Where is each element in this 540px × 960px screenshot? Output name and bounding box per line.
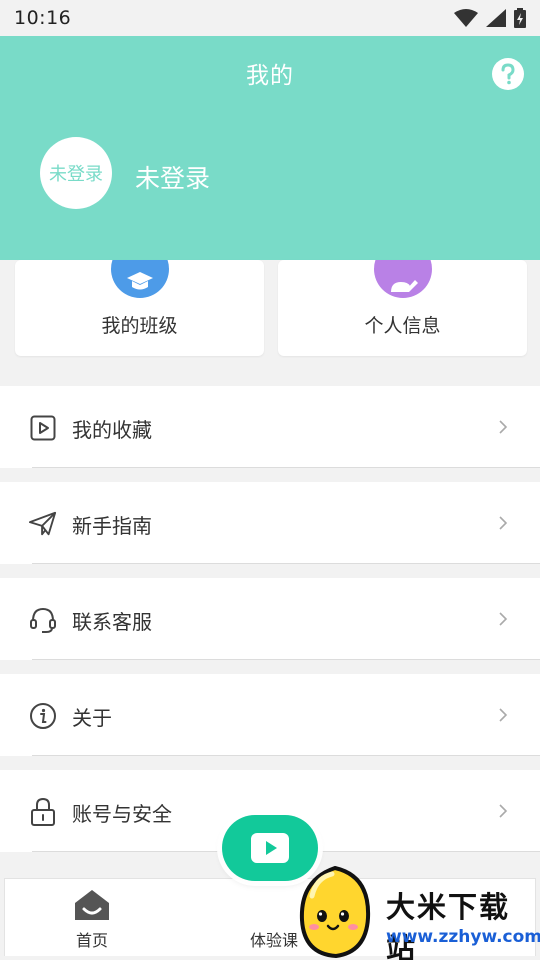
- nav-home[interactable]: 首页: [50, 879, 134, 957]
- nav-label: 首页: [75, 931, 108, 950]
- menu-list: 我的收藏 新手指南 联系客服 关于 账号与安全: [0, 386, 540, 866]
- menu-item-label: 账号与安全: [72, 802, 172, 826]
- watermark: 大米下载站 www.zzhyw.com: [296, 862, 540, 960]
- info-icon: [30, 703, 56, 729]
- home-icon: [75, 890, 109, 920]
- divider: [32, 755, 540, 756]
- card-label: 我的班级: [101, 315, 178, 337]
- video-favorite-icon: [30, 415, 56, 441]
- username[interactable]: 未登录: [135, 159, 210, 195]
- menu-item-label: 新手指南: [72, 514, 152, 538]
- status-bar: 10:16: [0, 0, 540, 36]
- menu-item-about[interactable]: 关于: [0, 674, 540, 756]
- card-my-class[interactable]: 我的班级: [15, 260, 264, 356]
- menu-item-label: 我的收藏: [72, 418, 152, 442]
- divider: [32, 659, 540, 660]
- card-label: 个人信息: [364, 315, 441, 337]
- menu-item-favorites[interactable]: 我的收藏: [0, 386, 540, 468]
- card-icon-badge: [110, 260, 169, 298]
- menu-item-label: 联系客服: [72, 610, 152, 634]
- chevron-right-icon: [499, 420, 508, 434]
- graduation-cap-icon: [126, 272, 153, 290]
- nav-label: 体验课: [249, 931, 298, 950]
- card-icon-badge: [373, 260, 432, 298]
- help-button[interactable]: [492, 58, 524, 90]
- chevron-right-icon: [499, 804, 508, 818]
- quick-cards: 我的班级 个人信息: [0, 260, 540, 372]
- question-icon: [501, 63, 515, 85]
- divider: [32, 467, 540, 468]
- chevron-right-icon: [499, 708, 508, 722]
- play-icon: [251, 833, 289, 863]
- divider: [32, 563, 540, 564]
- chevron-right-icon: [499, 612, 508, 626]
- card-personal-info[interactable]: 个人信息: [278, 260, 527, 356]
- signal-icon: [486, 9, 506, 27]
- battery-icon: [514, 8, 526, 28]
- menu-item-guide[interactable]: 新手指南: [0, 482, 540, 564]
- lock-icon: [31, 797, 55, 826]
- watermark-title: 大米下载站: [386, 890, 511, 960]
- avatar-text: 未登录: [49, 164, 103, 185]
- avatar[interactable]: 未登录: [40, 137, 112, 209]
- page-title: 我的: [246, 63, 294, 89]
- headset-icon: [30, 607, 56, 633]
- chevron-right-icon: [499, 516, 508, 530]
- menu-item-label: 关于: [72, 706, 112, 730]
- wifi-icon: [454, 9, 478, 27]
- watermark-url: www.zzhyw.com: [386, 927, 540, 947]
- mascot-logo: [299, 866, 371, 958]
- status-icons: [454, 8, 526, 28]
- paper-plane-icon: [29, 511, 57, 536]
- user-edit-icon: [390, 280, 418, 292]
- profile-header: 我的 未登录 未登录: [0, 36, 540, 260]
- status-time: 10:16: [14, 7, 72, 29]
- menu-item-support[interactable]: 联系客服: [0, 578, 540, 660]
